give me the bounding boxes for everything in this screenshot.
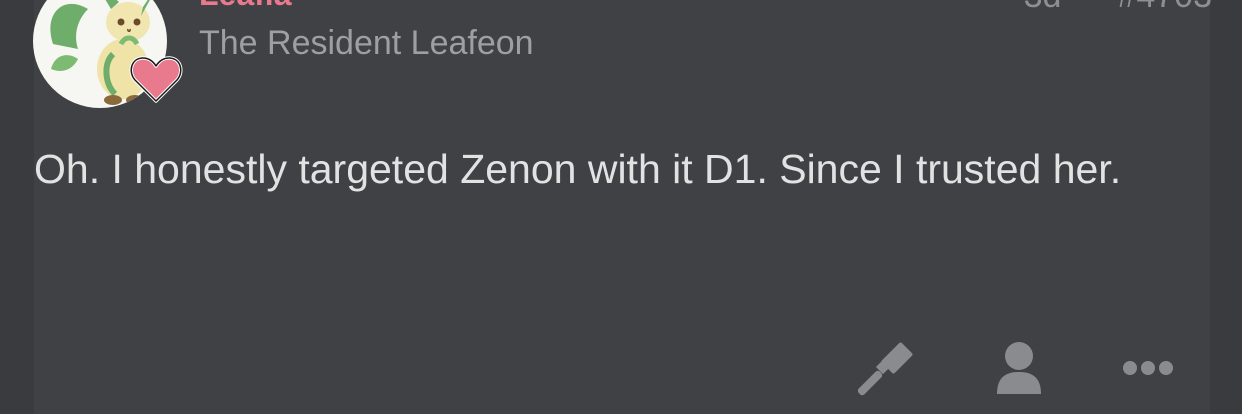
gavel-icon[interactable] — [858, 338, 918, 398]
post-number[interactable]: #4703 — [1117, 0, 1212, 15]
author-title: The Resident Leafeon — [199, 24, 534, 62]
more-icon[interactable] — [1118, 338, 1178, 398]
post-meta: 3d #4703 — [968, 0, 1212, 14]
author-name[interactable]: Leafia — [199, 0, 291, 10]
post-body: Oh. I honestly targeted Zenon with it D1… — [34, 146, 1122, 192]
heart-icon — [129, 53, 183, 105]
post-age[interactable]: 3d — [1024, 0, 1062, 15]
post: Leafia The Resident Leafeon 3d #4703 Oh. … — [0, 0, 1242, 414]
user-icon[interactable] — [989, 338, 1049, 398]
